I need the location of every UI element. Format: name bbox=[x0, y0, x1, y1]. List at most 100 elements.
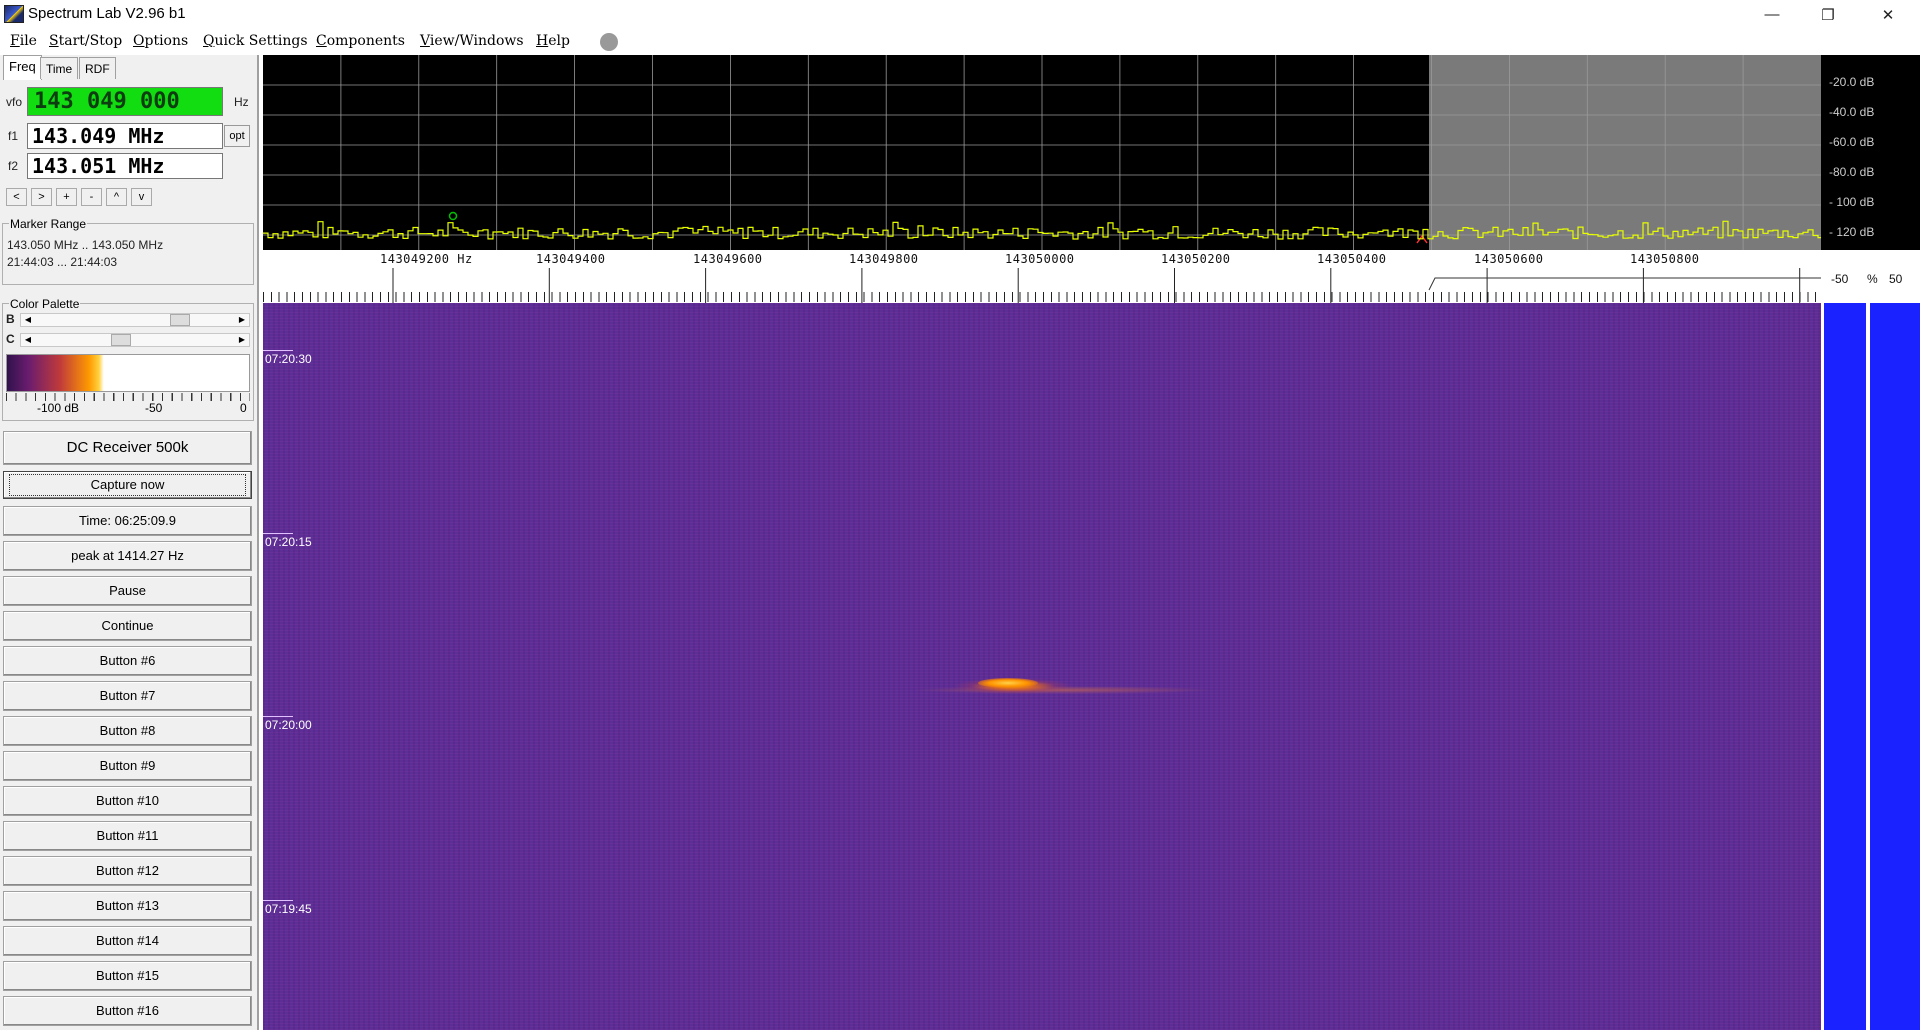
palette-label-min: -100 dB bbox=[37, 401, 80, 415]
selection-bracket bbox=[1428, 277, 1821, 291]
nav-right-button[interactable]: > bbox=[31, 188, 52, 206]
marker-range-group bbox=[2, 223, 254, 285]
menu-view-windows[interactable]: View/Windows bbox=[420, 33, 524, 49]
marker-range-frequency: 143.050 MHz .. 143.050 MHz bbox=[7, 238, 164, 252]
f1-label: f1 bbox=[8, 129, 19, 143]
time-label: 07:20:00 bbox=[265, 718, 312, 732]
button-6[interactable]: Button #6 bbox=[3, 646, 252, 676]
pause-button[interactable]: Pause bbox=[3, 576, 252, 606]
time-marker bbox=[263, 716, 293, 717]
brightness-slider-thumb[interactable] bbox=[170, 314, 190, 326]
opt-button[interactable]: opt bbox=[224, 125, 250, 147]
brightness-label: B bbox=[6, 312, 15, 326]
capture-now-label: Capture now bbox=[9, 474, 246, 496]
title-bar: Spectrum Lab V2.96 b1 — ❐ ✕ bbox=[0, 0, 1920, 29]
minimize-button[interactable]: — bbox=[1744, 0, 1800, 29]
tab-time[interactable]: Time bbox=[40, 57, 79, 79]
button-7[interactable]: Button #7 bbox=[3, 681, 252, 711]
menu-file[interactable]: File bbox=[10, 33, 37, 49]
time-label: 07:20:30 bbox=[265, 352, 312, 366]
time-marker bbox=[263, 900, 293, 901]
time-label: 07:20:15 bbox=[265, 535, 312, 549]
scroll-left-icon[interactable]: ◀ bbox=[21, 314, 35, 326]
time-marker bbox=[263, 350, 293, 351]
maximize-button[interactable]: ❐ bbox=[1800, 0, 1856, 29]
window-title: Spectrum Lab V2.96 b1 bbox=[28, 5, 186, 22]
button-9[interactable]: Button #9 bbox=[3, 751, 252, 781]
button-13[interactable]: Button #13 bbox=[3, 891, 252, 921]
signal-trace bbox=[978, 678, 1038, 688]
waterfall-display[interactable]: 07:20:30 07:20:15 07:20:00 07:19:45 bbox=[263, 303, 1821, 1030]
level-axis: -50 % 50 bbox=[1821, 250, 1920, 303]
capture-now-button[interactable]: Capture now bbox=[3, 471, 252, 499]
button-12[interactable]: Button #12 bbox=[3, 856, 252, 886]
scroll-left-icon[interactable]: ◀ bbox=[21, 334, 35, 346]
f2-label: f2 bbox=[8, 159, 19, 173]
spectrum-selection-region bbox=[1429, 55, 1821, 250]
frequency-axis-ticks bbox=[263, 292, 1821, 302]
menu-quick-settings[interactable]: Quick Settings bbox=[203, 33, 308, 49]
scroll-right-icon[interactable]: ▶ bbox=[235, 314, 249, 326]
button-8[interactable]: Button #8 bbox=[3, 716, 252, 746]
nav-minus-button[interactable]: - bbox=[81, 188, 102, 206]
f2-frequency-field[interactable]: 143.051 MHz bbox=[27, 153, 223, 179]
menu-components[interactable]: Components bbox=[316, 33, 405, 49]
db-label: - 100 dB bbox=[1829, 195, 1875, 209]
button-15[interactable]: Button #15 bbox=[3, 961, 252, 991]
time-label: 07:19:45 bbox=[265, 902, 312, 916]
contrast-slider-thumb[interactable] bbox=[110, 334, 131, 346]
menu-bar: File Start/Stop Options Quick Settings C… bbox=[0, 29, 1920, 55]
spectrum-display[interactable] bbox=[263, 55, 1821, 250]
vfo-frequency-field[interactable]: 143 049 000 bbox=[27, 87, 223, 116]
db-label: - 120 dB bbox=[1829, 225, 1875, 239]
contrast-slider[interactable]: ◀ ▶ bbox=[20, 333, 250, 347]
level-bars bbox=[1821, 303, 1920, 1030]
button-10[interactable]: Button #10 bbox=[3, 786, 252, 816]
color-palette-gradient bbox=[6, 354, 250, 392]
tab-rdf[interactable]: RDF bbox=[79, 57, 116, 79]
db-label: -40.0 dB bbox=[1829, 105, 1875, 119]
button-11[interactable]: Button #11 bbox=[3, 821, 252, 851]
nav-plus-button[interactable]: + bbox=[56, 188, 77, 206]
control-panel: Freq Time RDF vfo 143 049 000 Hz f1 143.… bbox=[0, 55, 259, 1030]
dc-receiver-button[interactable]: DC Receiver 500k bbox=[3, 431, 252, 465]
button-14[interactable]: Button #14 bbox=[3, 926, 252, 956]
peak-button[interactable]: peak at 1414.27 Hz bbox=[3, 541, 252, 571]
marker-range-time: 21:44:03 ... 21:44:03 bbox=[7, 255, 118, 269]
nav-left-button[interactable]: < bbox=[6, 188, 27, 206]
level-bar-left bbox=[1824, 303, 1866, 1030]
db-label: -80.0 dB bbox=[1829, 165, 1875, 179]
close-button[interactable]: ✕ bbox=[1860, 0, 1916, 29]
vfo-label: vfo bbox=[6, 95, 23, 109]
contrast-label: C bbox=[6, 332, 15, 346]
status-dot-icon[interactable] bbox=[600, 33, 618, 51]
nav-up-button[interactable]: ^ bbox=[106, 188, 127, 206]
db-label: -60.0 dB bbox=[1829, 135, 1875, 149]
level-label-percent: % bbox=[1867, 272, 1878, 286]
nav-down-button[interactable]: v bbox=[131, 188, 152, 206]
f1-frequency-field[interactable]: 143.049 MHz bbox=[27, 123, 223, 149]
brightness-slider[interactable]: ◀ ▶ bbox=[20, 313, 250, 327]
scroll-right-icon[interactable]: ▶ bbox=[235, 334, 249, 346]
spectrum-graph bbox=[263, 55, 1821, 250]
level-label-min: -50 bbox=[1831, 272, 1849, 286]
palette-label-max: 0 bbox=[240, 401, 247, 415]
continue-button[interactable]: Continue bbox=[3, 611, 252, 641]
time-marker bbox=[263, 533, 293, 534]
app-icon bbox=[4, 5, 24, 23]
menu-help[interactable]: Help bbox=[536, 33, 570, 49]
vfo-unit: Hz bbox=[234, 95, 249, 109]
time-button[interactable]: Time: 06:25:09.9 bbox=[3, 506, 252, 536]
frequency-axis[interactable]: 143049200 Hz 143049400 143049600 1430498… bbox=[263, 250, 1821, 303]
menu-options[interactable]: Options bbox=[133, 33, 188, 49]
tab-freq[interactable]: Freq bbox=[3, 55, 42, 80]
level-bar-right bbox=[1870, 303, 1920, 1030]
color-palette-ticks bbox=[6, 393, 250, 401]
button-16[interactable]: Button #16 bbox=[3, 996, 252, 1026]
color-palette-title: Color Palette bbox=[9, 297, 81, 311]
level-label-max: 50 bbox=[1889, 272, 1903, 286]
palette-label-mid: -50 bbox=[145, 401, 163, 415]
db-scale: -20.0 dB -40.0 dB -60.0 dB -80.0 dB - 10… bbox=[1821, 55, 1920, 250]
marker-range-title: Marker Range bbox=[9, 217, 88, 231]
menu-start-stop[interactable]: Start/Stop bbox=[49, 33, 122, 49]
